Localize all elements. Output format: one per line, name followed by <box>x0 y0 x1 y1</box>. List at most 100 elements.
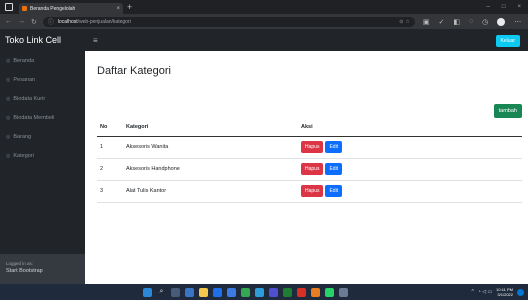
history-icon[interactable]: ◷ <box>482 18 488 26</box>
network-volume-battery-icons[interactable]: ◔ ◁ ▭ <box>478 289 492 295</box>
vscode-icon[interactable] <box>255 287 264 297</box>
edit-button[interactable]: Edit <box>325 163 343 175</box>
brand-title[interactable]: Toko Link Cell <box>0 35 85 45</box>
dashboard-icon: ◎ <box>6 57 11 64</box>
url-host: localhost <box>57 18 78 25</box>
sidebar-item-label: Biodata Membeli <box>13 114 55 121</box>
url-text: localhost/web-penjualan/kategori <box>58 19 131 25</box>
edit-button[interactable]: Edit <box>325 185 343 197</box>
site-info-icon[interactable]: ⓘ <box>48 17 54 26</box>
tray-chevron-icon[interactable]: ^ <box>471 289 473 295</box>
url-path: /web-penjualan/kategori <box>77 18 131 25</box>
forward-icon[interactable]: → <box>18 18 25 25</box>
profile-avatar[interactable] <box>497 17 506 26</box>
app-icon[interactable] <box>269 287 278 297</box>
taskbar-apps: ⌕ <box>143 287 348 297</box>
sidebar-item-beranda[interactable]: ◎ Beranda <box>0 51 85 70</box>
search-icon[interactable]: ⌕ <box>157 288 166 297</box>
app-icon-gray[interactable] <box>339 287 348 297</box>
sidebar: ◎ Beranda ◎ Pesanan ◎ Biodata Kurir ◎ Bi… <box>0 51 85 284</box>
table-row: 3 Alat Tulis Kantor Hapus Edit <box>97 180 522 203</box>
cell-aksi: Hapus Edit <box>301 136 522 159</box>
browser-menu-icon[interactable]: ⋯ <box>514 18 521 26</box>
zoom-icon[interactable]: ⊙ <box>399 19 403 25</box>
task-view-icon[interactable] <box>171 287 180 297</box>
sidebar-item-label: Beranda <box>13 57 35 64</box>
file-explorer-icon[interactable] <box>199 287 208 297</box>
clock[interactable]: 10:11 PM 3/1/2022 <box>496 287 513 297</box>
sidebar-footer: Logged in as: Start Bootstrap <box>0 254 85 284</box>
close-window-icon[interactable]: × <box>517 4 521 10</box>
edge-browser-icon[interactable] <box>213 287 222 297</box>
window-menu-icon[interactable] <box>5 3 13 11</box>
widgets-icon[interactable] <box>185 287 194 297</box>
extensions-puzzle-icon[interactable]: ◧ <box>453 18 460 26</box>
bookmark-star-icon[interactable]: ☆ <box>405 19 409 25</box>
notification-icon[interactable] <box>517 288 524 296</box>
start-menu-icon[interactable] <box>143 287 152 297</box>
sidebar-toggle-icon[interactable]: ≡ <box>93 36 98 45</box>
app-icon-red[interactable] <box>297 287 306 297</box>
store-icon[interactable] <box>227 287 236 297</box>
edit-button[interactable]: Edit <box>325 141 343 153</box>
browser-address-bar: ← → ↻ ⓘ localhost/web-penjualan/kategori… <box>0 14 528 29</box>
sidebar-item-label: Barang <box>13 133 32 140</box>
table-header-row: No Kategori Aksi <box>97 119 522 137</box>
category-table: No Kategori Aksi 1 Aksesoris Wanita Hapu… <box>97 119 522 203</box>
logged-in-user: Start Bootstrap <box>6 268 43 274</box>
cell-kategori: Aksesoris Wanita <box>126 136 301 159</box>
browser-tab-bar: Beranda Pengelolah × + – □ × <box>0 0 528 14</box>
main-content: Daftar Kategori tambah No Kategori Aksi … <box>85 51 528 284</box>
tab-title: Beranda Pengelolah <box>30 5 76 12</box>
cell-aksi: Hapus Edit <box>301 158 522 181</box>
extension-icon[interactable]: ▣ <box>423 18 430 26</box>
sidebar-item-label: Biodata Kurir <box>13 95 46 102</box>
page-title: Daftar Kategori <box>97 65 171 77</box>
logged-in-label: Logged in as: <box>6 261 34 266</box>
url-input[interactable]: ⓘ localhost/web-penjualan/kategori ⊙ ☆ <box>42 16 415 27</box>
sync-icon[interactable]: ◌ <box>469 18 473 25</box>
table-row: 1 Aksesoris Wanita Hapus Edit <box>97 136 522 159</box>
minimize-icon[interactable]: – <box>487 4 490 10</box>
column-header-no: No <box>97 119 126 137</box>
cell-kategori: Aksesoris Handphone <box>126 158 301 181</box>
add-category-button[interactable]: tambah <box>493 104 522 118</box>
dashboard-icon: ◎ <box>6 114 11 121</box>
cell-no: 2 <box>97 158 126 181</box>
chrome-icon[interactable] <box>241 287 250 297</box>
new-tab-button[interactable]: + <box>127 2 132 12</box>
xampp-icon[interactable] <box>311 287 320 297</box>
whatsapp-icon[interactable] <box>325 287 334 297</box>
dashboard-icon: ◎ <box>6 76 11 83</box>
sidebar-item-biodata-kurir[interactable]: ◎ Biodata Kurir <box>0 89 85 108</box>
dashboard-icon: ◎ <box>6 95 11 102</box>
excel-icon[interactable] <box>283 287 292 297</box>
tab-close-icon[interactable]: × <box>116 6 120 12</box>
browser-tab[interactable]: Beranda Pengelolah × <box>19 3 123 14</box>
clock-date: 3/1/2022 <box>497 292 513 297</box>
sidebar-item-kategori[interactable]: ◎ Kategori <box>0 146 85 165</box>
column-header-aksi: Aksi <box>301 119 522 137</box>
dashboard-icon: ◎ <box>6 152 11 159</box>
maximize-icon[interactable]: □ <box>502 4 506 10</box>
window-controls: – □ × <box>487 4 528 10</box>
logout-button[interactable]: Keluar <box>495 35 520 47</box>
delete-button[interactable]: Hapus <box>301 185 324 197</box>
delete-button[interactable]: Hapus <box>301 163 324 175</box>
sidebar-item-label: Kategori <box>13 152 34 159</box>
os-taskbar: ⌕ ^ ◔ ◁ ▭ 10:11 PM 3/1/2022 <box>0 284 528 300</box>
sidebar-item-barang[interactable]: ◎ Barang <box>0 127 85 146</box>
reload-icon[interactable]: ↻ <box>31 18 37 26</box>
sidebar-item-biodata-membeli[interactable]: ◎ Biodata Membeli <box>0 108 85 127</box>
table-row: 2 Aksesoris Handphone Hapus Edit <box>97 158 522 181</box>
back-icon[interactable]: ← <box>5 18 12 25</box>
delete-button[interactable]: Hapus <box>301 141 324 153</box>
system-tray: ^ ◔ ◁ ▭ 10:11 PM 3/1/2022 <box>471 287 528 297</box>
cell-aksi: Hapus Edit <box>301 180 522 203</box>
dashboard-icon: ◎ <box>6 133 11 140</box>
sidebar-item-pesanan[interactable]: ◎ Pesanan <box>0 70 85 89</box>
favicon-icon <box>22 6 27 11</box>
cell-no: 1 <box>97 136 126 159</box>
extension-icon-2[interactable]: ✓ <box>439 18 445 26</box>
column-header-kategori: Kategori <box>126 119 301 137</box>
